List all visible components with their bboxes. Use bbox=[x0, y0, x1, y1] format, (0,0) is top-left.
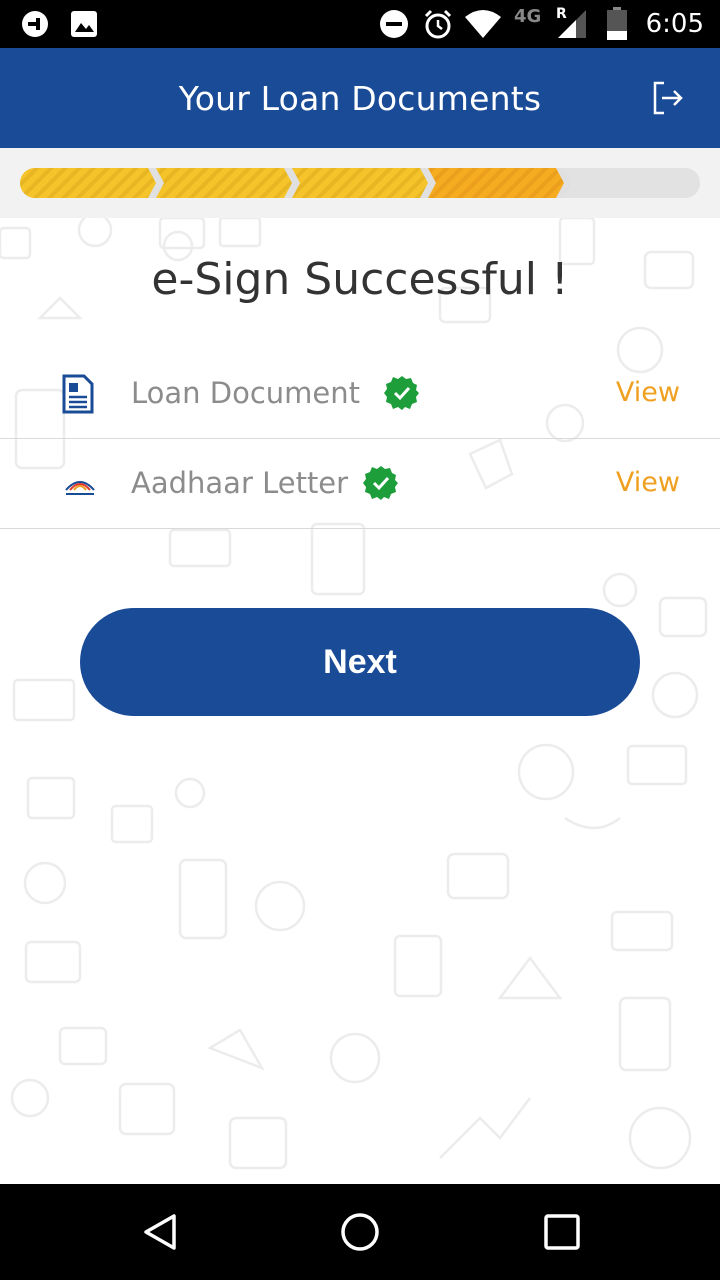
document-label: Loan Document bbox=[131, 376, 360, 410]
progress-segment-1 bbox=[20, 168, 156, 198]
check-icon bbox=[363, 465, 399, 501]
next-button[interactable]: Next bbox=[80, 608, 640, 716]
progress-segment-4 bbox=[428, 168, 564, 198]
signal-icon bbox=[556, 0, 588, 48]
document-icon bbox=[62, 374, 98, 414]
progress-segment-3 bbox=[292, 168, 428, 198]
view-loan-document-link[interactable]: View bbox=[616, 348, 680, 438]
app-notification-icon bbox=[20, 0, 50, 48]
progress-segment-2 bbox=[156, 168, 292, 198]
app-header: Your Loan Documents bbox=[0, 48, 720, 148]
document-row-aadhaar: Aadhaar Letter View bbox=[0, 438, 720, 529]
progress-bar bbox=[20, 168, 700, 198]
check-icon bbox=[384, 375, 420, 411]
recents-icon[interactable] bbox=[542, 1212, 582, 1252]
do-not-disturb-icon bbox=[378, 0, 410, 48]
network-type-label: 4G bbox=[514, 6, 542, 27]
navigation-bar bbox=[0, 1184, 720, 1280]
status-bar: 4G R 6:05 bbox=[0, 0, 720, 48]
back-icon[interactable] bbox=[140, 1212, 180, 1252]
image-icon bbox=[70, 0, 98, 48]
alarm-icon bbox=[422, 0, 454, 48]
wifi-icon bbox=[464, 0, 502, 48]
page-title: Your Loan Documents bbox=[178, 78, 542, 118]
logout-icon[interactable] bbox=[650, 80, 686, 116]
progress-segment-5 bbox=[564, 168, 700, 198]
main-content: e-Sign Successful ! Loan Document View A… bbox=[0, 218, 720, 1184]
view-aadhaar-letter-link[interactable]: View bbox=[616, 438, 680, 528]
home-icon[interactable] bbox=[340, 1212, 380, 1252]
clock: 6:05 bbox=[645, 9, 704, 39]
progress-section bbox=[0, 148, 720, 218]
document-row-loan: Loan Document View bbox=[0, 348, 720, 439]
aadhaar-logo-icon bbox=[62, 464, 98, 504]
battery-icon bbox=[606, 0, 628, 48]
success-heading: e-Sign Successful ! bbox=[151, 254, 569, 305]
document-label: Aadhaar Letter bbox=[131, 466, 349, 500]
